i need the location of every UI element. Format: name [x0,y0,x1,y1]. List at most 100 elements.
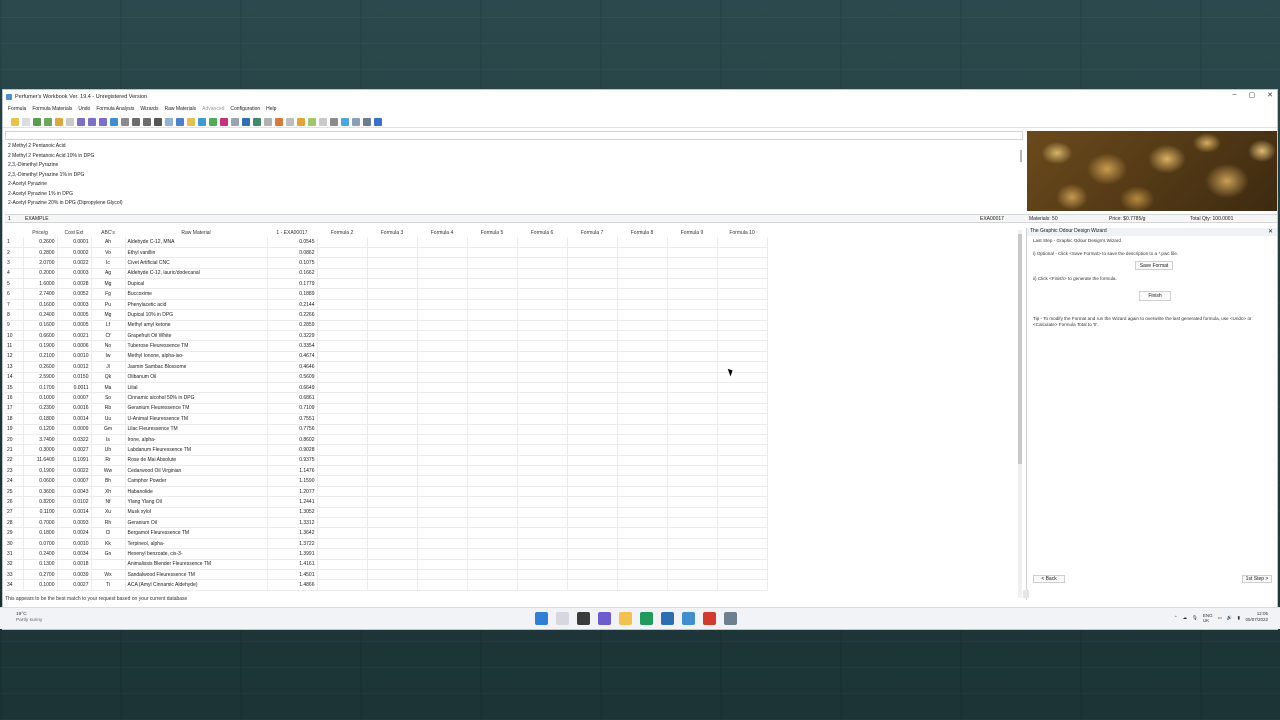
formula-empty-cell[interactable] [367,299,418,311]
column-header[interactable]: Price/g [23,228,57,237]
chevron-up-icon[interactable]: ⌃ [1174,615,1178,621]
raw-material-cell[interactable]: U-Animal Fleuressence TM [125,413,268,425]
row-number-cell[interactable]: 34 [5,579,24,591]
list-item[interactable]: 2 Methyl 2 Pentanoic Acid 10% in DPG [8,152,1020,162]
abc-cell[interactable]: Kk [91,538,126,550]
formula-empty-cell[interactable] [517,288,568,300]
formula-empty-cell[interactable] [367,538,418,550]
formula-empty-cell[interactable] [517,486,568,498]
cost-ext-cell[interactable]: 0.0007 [57,392,92,404]
row-number-cell[interactable]: 17 [5,403,24,415]
table-row[interactable]: 8 0.2400 0.0005 Mg Dupical 10% in DPG 0.2266 [5,309,768,321]
row-number-cell[interactable]: 18 [5,413,24,425]
cost-ext-cell[interactable]: 0.0052 [57,288,92,300]
formula-empty-cell[interactable] [567,496,618,508]
formula-1-cell[interactable]: 0.7109 [267,403,318,415]
formula-empty-cell[interactable] [517,475,568,487]
abc-cell[interactable]: Qk [91,372,126,383]
formula-1-cell[interactable]: 0.2144 [267,299,318,311]
abc-cell[interactable]: Uh [91,444,126,456]
formula-empty-cell[interactable] [717,361,768,373]
cost-ext-cell[interactable]: 0.0012 [57,361,92,373]
cost-ext-cell[interactable]: 0.0003 [57,268,92,280]
abc-cell[interactable]: Jl [91,361,126,373]
formula-empty-cell[interactable] [617,548,668,560]
formula-empty-cell[interactable] [617,372,668,383]
jar-icon[interactable] [286,117,294,126]
cost-ext-cell[interactable]: 0.0014 [57,413,92,425]
formula-empty-cell[interactable] [717,579,768,591]
arrows-icon[interactable] [319,117,327,126]
formula-1-cell[interactable]: 1.1590 [267,475,318,487]
formula-empty-cell[interactable] [317,361,368,373]
formula-empty-cell[interactable] [367,559,418,571]
printer-icon[interactable] [154,117,162,126]
row-number-cell[interactable]: 8 [5,309,24,321]
formula-empty-cell[interactable] [317,424,368,435]
abc-cell[interactable]: Cl [91,527,126,539]
column-header[interactable]: Cost Ext [57,228,91,237]
row-number-cell[interactable]: 24 [5,475,24,487]
formula-empty-cell[interactable] [467,257,518,269]
formula-empty-cell[interactable] [517,434,568,446]
formula-empty-cell[interactable] [417,268,468,280]
cost-ext-cell[interactable]: 0.0028 [57,278,92,290]
formula-empty-cell[interactable] [617,268,668,280]
formula-empty-cell[interactable] [467,340,518,352]
list-item[interactable]: 2-Acetyl Pyrazine 20% in DPG (Dipropylen… [8,199,1020,209]
formula-empty-cell[interactable] [667,548,718,560]
formula-empty-cell[interactable] [717,538,768,550]
price-cell[interactable]: 0.1200 [23,424,58,435]
formula-1-cell[interactable]: 0.0545 [267,237,318,248]
battery-icon[interactable]: ▮ [1238,615,1240,621]
formula-empty-cell[interactable] [617,569,668,581]
formula-1-cell[interactable]: 0.4646 [267,361,318,373]
formula-empty-cell[interactable] [417,507,468,519]
formula-empty-cell[interactable] [617,424,668,435]
table-row[interactable]: 9 0.1600 0.0005 Lf Methyl amyl ketone 0.2859 [5,320,768,332]
list-item[interactable]: 2-Acetyl Pyrazine 1% in DPG [8,190,1020,200]
formula-empty-cell[interactable] [667,247,718,259]
raw-material-cell[interactable]: Phenylacetic acid [125,299,268,311]
formula-empty-cell[interactable] [667,268,718,280]
formula-empty-cell[interactable] [467,268,518,280]
formula-empty-cell[interactable] [417,351,468,363]
column-header[interactable]: ABC's [91,228,125,237]
leaf-icon[interactable] [308,117,316,126]
formula-empty-cell[interactable] [367,434,418,446]
price-cell[interactable]: 0.3000 [23,444,58,456]
formula-empty-cell[interactable] [667,309,718,321]
raw-material-cell[interactable]: Cinnamic alcohol 50% in DPG [125,392,268,404]
formula-empty-cell[interactable] [367,372,418,383]
column-header[interactable]: 1 - EXA00017 [267,228,317,237]
formula-empty-cell[interactable] [517,496,568,508]
row-number-cell[interactable]: 13 [5,361,24,373]
cost-ext-cell[interactable]: 0.0005 [57,309,92,321]
language-indicator[interactable]: ENG UK [1203,613,1213,623]
formula-empty-cell[interactable] [317,320,368,332]
formula-empty-cell[interactable] [317,517,368,529]
table-row[interactable]: 13 0.2600 0.0012 Jl Jasmin Sambac Blossome 0.… [5,361,768,373]
formula-empty-cell[interactable] [317,257,368,269]
raw-material-cell[interactable]: Rose de Mai Absolute [125,455,268,467]
formula-empty-cell[interactable] [567,288,618,300]
formula-empty-cell[interactable] [417,434,468,446]
weather-widget[interactable]: 19°C Partly sunny [16,612,42,624]
formula-empty-cell[interactable] [517,424,568,435]
formula-empty-cell[interactable] [317,527,368,539]
wizard-icon[interactable] [352,117,360,126]
row-number-cell[interactable]: 28 [5,517,24,529]
formula-empty-cell[interactable] [367,455,418,467]
formula-empty-cell[interactable] [467,517,518,529]
formula-empty-cell[interactable] [367,237,418,248]
abc-cell[interactable]: Ti [91,579,126,591]
formula-empty-cell[interactable] [467,237,518,248]
formula-empty-cell[interactable] [417,569,468,581]
formula-empty-cell[interactable] [367,288,418,300]
formula-empty-cell[interactable] [517,237,568,248]
start-icon[interactable] [535,612,548,625]
formula-empty-cell[interactable] [317,496,368,508]
formula-1-cell[interactable]: 0.9028 [267,444,318,456]
open-folder-icon[interactable] [11,117,19,126]
formula-empty-cell[interactable] [317,247,368,259]
